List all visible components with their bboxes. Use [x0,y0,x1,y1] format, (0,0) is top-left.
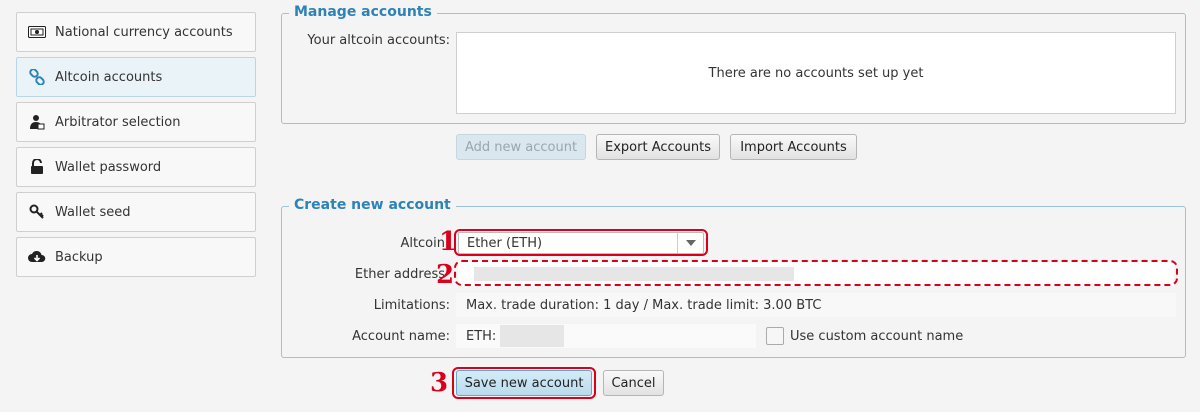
arbitrator-icon [27,112,47,132]
sidebar-item-national-currency-accounts[interactable]: National currency accounts [16,12,256,52]
highlight-box-3 [452,367,596,399]
redacted-account-name [500,325,565,347]
key-icon [27,202,47,222]
highlight-box-2 [454,260,1178,286]
sidebar-item-altcoin-accounts[interactable]: Altcoin accounts [16,57,256,97]
altcoin-accounts-list[interactable]: There are no accounts set up yet [456,32,1176,114]
limitations-label: Limitations: [373,298,450,313]
sidebar-item-label: Backup [55,249,103,265]
account-name-label: Account name: [352,329,450,344]
sidebar-item-label: Wallet seed [55,204,131,220]
cancel-button[interactable]: Cancel [603,370,664,396]
sidebar-item-label: Altcoin accounts [55,69,163,85]
sidebar-item-label: National currency accounts [55,24,233,40]
use-custom-name-label: Use custom account name [790,329,964,344]
sidebar-item-label: Wallet password [55,159,162,175]
create-account-title: Create new account [289,197,456,213]
import-accounts-button[interactable]: Import Accounts [730,134,857,160]
account-name-field[interactable]: ETH: [456,324,756,348]
account-name-value: ETH: [466,328,497,344]
ether-address-label: Ether address [354,267,445,282]
banknote-icon [27,22,47,42]
altcoin-accounts-label: Your altcoin accounts: [307,33,450,48]
export-accounts-button[interactable]: Export Accounts [596,134,720,160]
sidebar-item-wallet-password[interactable]: Wallet password [16,147,256,187]
cloud-download-icon [27,247,47,267]
sidebar: National currency accounts Altcoin accou… [0,0,270,412]
empty-list-text: There are no accounts set up yet [708,65,924,81]
sidebar-item-backup[interactable]: Backup [16,237,256,277]
sidebar-item-label: Arbitrator selection [55,114,181,130]
sidebar-item-wallet-seed[interactable]: Wallet seed [16,192,256,232]
manage-accounts-title: Manage accounts [289,4,437,20]
link-icon [27,67,47,87]
use-custom-name-checkbox[interactable] [766,327,784,345]
add-new-account-button[interactable]: Add new account [456,134,586,160]
annotation-marker-1: 1 [439,227,458,257]
unlock-icon [27,157,47,177]
annotation-marker-2: 2 [436,260,455,290]
altcoin-label: Altcoin [400,236,445,251]
limitations-value: Max. trade duration: 1 day / Max. trade … [466,297,822,313]
annotation-marker-3: 3 [430,368,449,398]
sidebar-item-arbitrator-selection[interactable]: Arbitrator selection [16,102,256,142]
highlight-box-1 [454,229,708,256]
limitations-field: Max. trade duration: 1 day / Max. trade … [456,293,1176,317]
